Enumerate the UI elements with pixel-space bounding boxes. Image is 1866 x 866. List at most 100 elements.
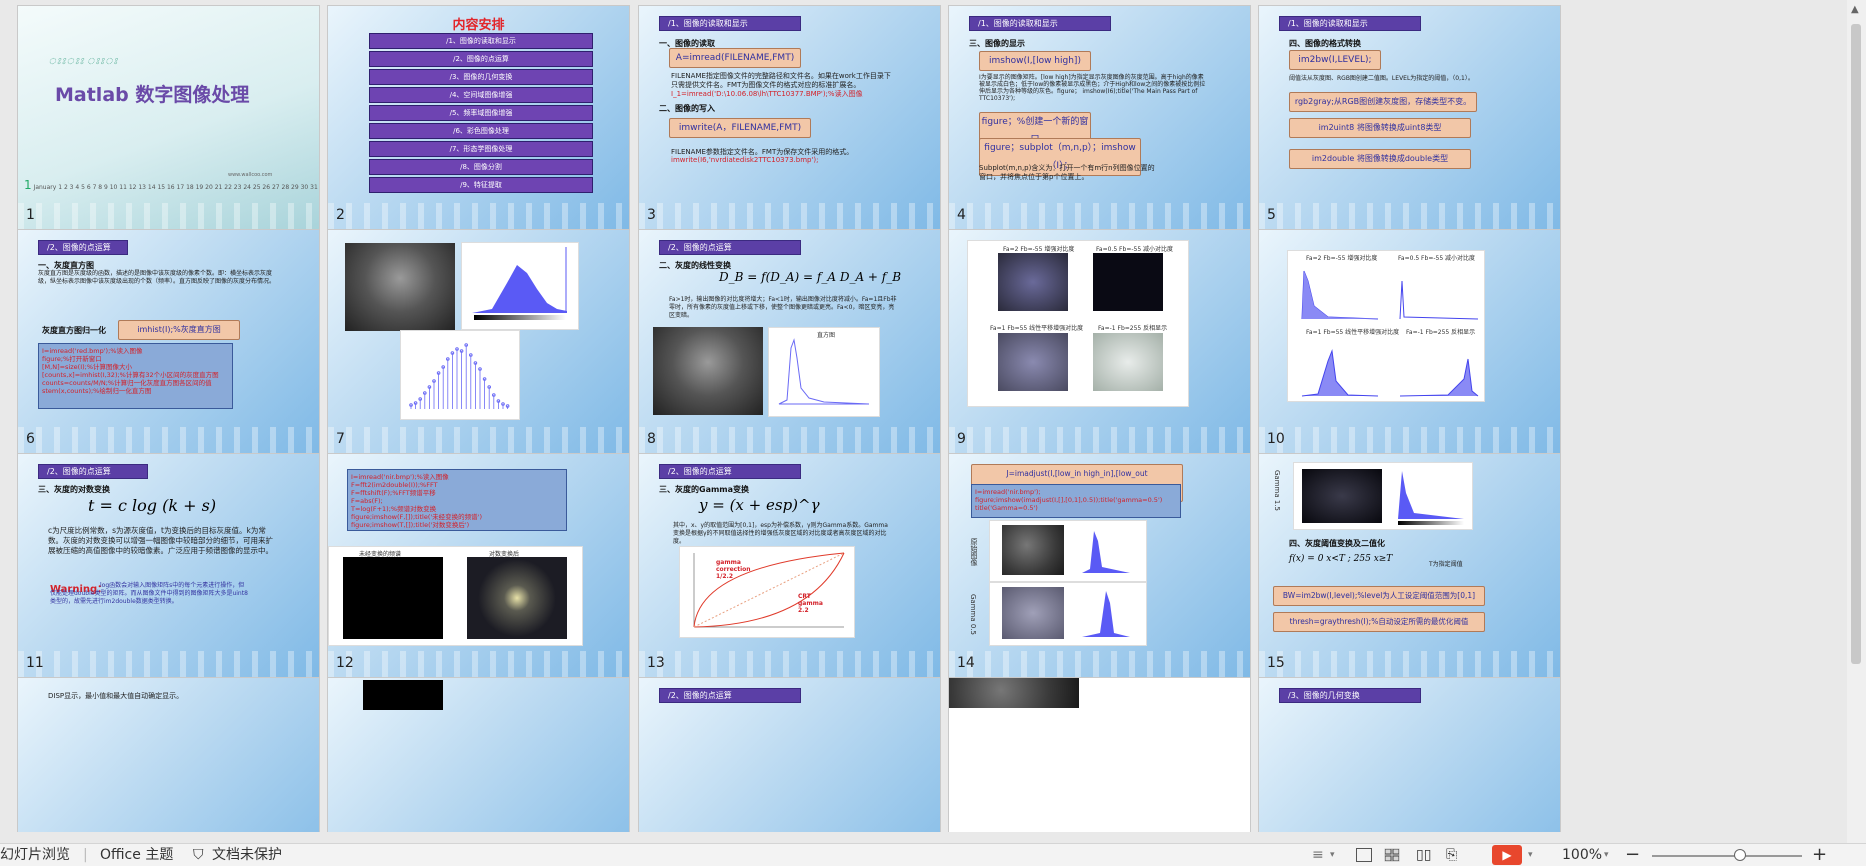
vertical-scrollbar[interactable]: ▲ (1847, 0, 1866, 843)
formula: D_B = f(D_A) = f_A D_A + f_B (719, 270, 902, 284)
slide-thumbnail-16[interactable]: DISP显示，最小值和最大值自动确定显示。 (17, 677, 320, 832)
stem-chart (409, 343, 510, 409)
syntax-box: A=imread(FILENAME,FMT) (669, 48, 801, 68)
code-line: F=fftshift(F);%FFT频谱平移 (351, 489, 436, 497)
presenter-icon[interactable]: ⎘ (1446, 846, 1457, 864)
syntax-box: imshow(I,[low high]) (979, 51, 1091, 71)
zoom-slider-thumb[interactable] (1734, 849, 1746, 861)
reading-view-icon[interactable]: ▯▯ (1416, 846, 1431, 864)
normal-view-icon[interactable] (1356, 848, 1372, 862)
toc-item: /4、空间域图像增强 (369, 87, 593, 103)
chevron-down-icon[interactable]: ▾ (1604, 846, 1609, 864)
zoom-level[interactable]: 100% (1562, 846, 1602, 864)
slide-number: 13 (647, 655, 665, 671)
formula: t = c log (k + s) (88, 496, 217, 515)
section-title: 三、图像的显示 (969, 39, 1025, 48)
code-line: I=imread('red.bmp');%读入图像 (42, 347, 143, 355)
slide-thumbnail-3[interactable]: /1、图像的读取和显示 一、图像的读取 A=imread(FILENAME,FM… (638, 5, 941, 232)
slide-thumbnail-5[interactable]: /1、图像的读取和显示 四、图像的格式转换 im2bw(I,LEVEL); 阈值… (1258, 5, 1561, 232)
code-block: I=imread('red.bmp');%读入图像 figure;%打开新窗口 … (38, 343, 233, 409)
leaf-image (653, 327, 763, 415)
gamma-chart (693, 552, 845, 628)
code-line: figure;%打开新窗口 (42, 355, 102, 363)
toc-item: /6、彩色图像处理 (369, 123, 593, 139)
zoom-slider-track[interactable] (1652, 855, 1802, 857)
slide-number: 2 (336, 207, 345, 223)
slide-header: /3、图像的几何变换 (1279, 688, 1421, 703)
slide-1-calendar: 1 January 1 2 3 4 5 6 7 8 9 10 11 12 13 … (24, 178, 318, 192)
slide-thumbnail-13[interactable]: /2、图像的点运算 三、灰度的Gamma变换 y = (x + esp)^γ 其… (638, 453, 941, 680)
formula: y = (x + esp)^γ (699, 496, 820, 514)
section-title: 三、灰度的对数变换 (38, 485, 110, 494)
result-image (949, 678, 1079, 708)
protection-status[interactable]: 文档未保护 (212, 846, 282, 864)
scrollbar-thumb[interactable] (1851, 24, 1861, 664)
scroll-up-arrow-icon[interactable]: ▲ (1851, 4, 1859, 15)
warning-text: log函数会对输入图像矩阵s中的每个元素进行操作，但仅能处理double类型的矩… (50, 582, 248, 605)
figure-label: Fa=0.5 Fb=-55 减小对比度 (1096, 246, 1174, 253)
zoom-in-button[interactable]: + (1812, 846, 1827, 864)
toc-item: /7、形态学图像处理 (369, 141, 593, 157)
slide-number: 15 (1267, 655, 1285, 671)
slide-number: 11 (26, 655, 44, 671)
code-line: figure;imshow(F,[]);title('未经变换的频谱') (351, 513, 482, 521)
status-bar: 幻灯片浏览 | Office 主题 ⛉ 文档未保护 ≡ ▾ ▯▯ ⎘ ▶ ▾ 1… (0, 843, 1866, 866)
slide-thumbnail-2[interactable]: 内容安排 /1、图像的读取和显示 /2、图像的点运算 /3、图像的几何变换 /4… (327, 5, 630, 232)
result-image (998, 333, 1068, 391)
play-slideshow-button[interactable]: ▶ (1492, 845, 1522, 865)
code-line: [M,N]=size(I);%计算图像大小 (42, 363, 133, 371)
body-text: 其中，x、y的取值范围为[0,1]，esp为补偿系数，γ则为Gamma系数。Ga… (673, 522, 888, 545)
histogram-plot (461, 242, 579, 330)
result-figure (989, 520, 1147, 582)
slide-thumbnail-17[interactable] (327, 677, 630, 832)
slide-number: 5 (1267, 207, 1276, 223)
separator: | (83, 847, 88, 863)
histogram-chart (1301, 270, 1479, 397)
formula: f(x) = 0 x<T ; 255 x≥T (1289, 554, 1393, 564)
slide-thumbnail-1[interactable]: ঃঃঃঃ ঃঃঃ Matlab 数字图像处理 1 January 1 2 3 4… (17, 5, 320, 232)
slide-thumbnail-18[interactable]: /2、图像的点运算 (638, 677, 941, 832)
zoom-out-button[interactable]: − (1625, 846, 1640, 864)
slide-thumbnail-19[interactable] (948, 677, 1251, 832)
theme-label[interactable]: Office 主题 (100, 846, 173, 864)
chevron-down-icon[interactable]: ▾ (1528, 846, 1533, 864)
slide-thumbnail-8[interactable]: /2、图像的点运算 二、灰度的线性变换 D_B = f(D_A) = f_A D… (638, 229, 941, 456)
slide-1-title: Matlab 数字图像处理 (55, 84, 250, 106)
syntax-box: rgb2gray;从RGB图创建灰度图，存储类型不变。 (1289, 92, 1477, 112)
slide-thumbnail-14[interactable]: J=imadjust(I,[low_in high_in],[low_out h… (948, 453, 1251, 680)
code-text: I_1=imread('D:\10.06.08\lh\TTC10377.BMP'… (671, 90, 863, 98)
comparison-figure: Fa=2 Fb=-55 增强对比度 Fa=0.5 Fb=-55 减小对比度 Fa… (967, 240, 1189, 407)
slide-thumbnail-11[interactable]: /2、图像的点运算 三、灰度的对数变换 t = c log (k + s) c为… (17, 453, 320, 680)
slide-thumbnail-6[interactable]: /2、图像的点运算 一、灰度直方图 灰度直方图是灰度级的函数，描述的是图像中该灰… (17, 229, 320, 456)
notes-icon[interactable]: ≡ (1312, 846, 1324, 864)
slide-thumbnail-4[interactable]: /1、图像的读取和显示 三、图像的显示 imshow(I,[low high])… (948, 5, 1251, 232)
code-line: I=imread('nir.bmp'); (975, 488, 1041, 496)
slide-thumbnail-9[interactable]: Fa=2 Fb=-55 增强对比度 Fa=0.5 Fb=-55 减小对比度 Fa… (948, 229, 1251, 456)
slide-thumbnail-15[interactable]: Gamma 1.5 四、灰度阈值变换及二值化 f(x) = 0 x<T ; 25… (1258, 453, 1561, 680)
body-text: FILENAME指定图像文件的完整路径和文件名。如果在work工作目录下只需提供… (671, 72, 891, 89)
curve-label: gamma correction 1/2.2 (716, 559, 751, 580)
slide-sorter-grid[interactable]: ঃঃঃঃ ঃঃঃ Matlab 数字图像处理 1 January 1 2 3 4… (0, 0, 1840, 832)
plot-title: 直方图 (817, 332, 836, 339)
slide-thumbnail-12[interactable]: I=imread('nir.bmp');%读入图像 F=fft2(im2doub… (327, 453, 630, 680)
section-title: 二、图像的写入 (659, 104, 715, 113)
syntax-box: thresh=graythresh(I);%自动设定所需的最优化阈值 (1273, 612, 1485, 632)
body-text: 阈值法从灰度图、RGB图创建二值图。LEVEL为指定的阈值，（0,1）。 (1289, 75, 1474, 82)
chevron-down-icon[interactable]: ▾ (1330, 846, 1335, 864)
slide-thumbnail-10[interactable]: Fa=2 Fb=-55 增强对比度 Fa=0.5 Fb=-55 减小对比度 Fa… (1258, 229, 1561, 456)
slide-thumbnail-7[interactable] (327, 229, 630, 456)
toc-item: /1、图像的读取和显示 (369, 33, 593, 49)
code-line: F=fft2(im2double(I));%FFT (351, 481, 438, 489)
slide-thumbnail-20[interactable]: /3、图像的几何变换 (1258, 677, 1561, 832)
decor-script: ঃঃঃঃ ঃঃঃ (48, 57, 118, 67)
slide-header: /2、图像的点运算 (38, 464, 148, 479)
histogram-chart (1082, 531, 1130, 573)
slide-header: /1、图像的读取和显示 (1279, 16, 1421, 31)
shield-icon: ⛉ (193, 847, 204, 863)
view-mode-label[interactable]: 幻灯片浏览 (0, 846, 70, 864)
code-line: figure;imshow(T,[]);title('对数变换后') (351, 521, 470, 529)
slide-sorter-view-icon[interactable] (1384, 848, 1400, 862)
body-text: Fa>1时，输出图像的对比度将增大；Fa<1时，输出图像对比度将减小。Fa=1且… (669, 296, 897, 319)
histogram-plot: 直方图 (768, 327, 880, 417)
slide-header: /2、图像的点运算 (659, 688, 801, 703)
